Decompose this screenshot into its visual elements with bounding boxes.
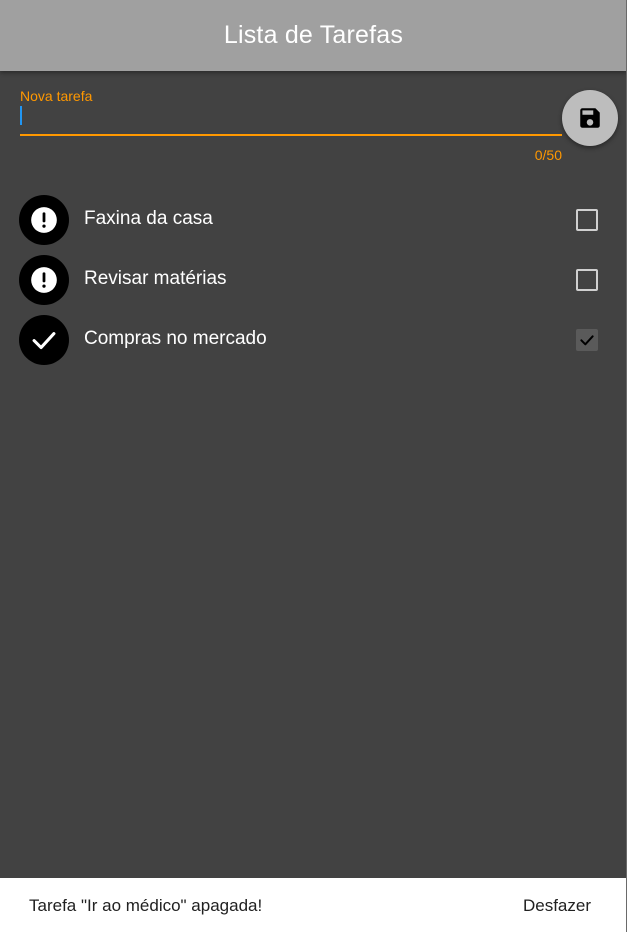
task-label: Compras no mercado	[84, 328, 267, 349]
page-title: Lista de Tarefas	[223, 21, 404, 49]
app-bar: Lista de Tarefas	[0, 0, 627, 71]
snackbar-message: Tarefa "Ir ao médico" apagada!	[29, 896, 263, 915]
list-item[interactable]: Faxina da casa	[0, 190, 627, 250]
save-icon	[580, 108, 600, 128]
task-label: Revisar matérias	[84, 268, 227, 289]
exclamation-icon	[31, 267, 57, 293]
task-checkbox-checked[interactable]	[576, 329, 598, 351]
list-item[interactable]: Revisar matérias	[0, 250, 627, 310]
exclamation-icon	[31, 207, 57, 233]
task-label: Faxina da casa	[84, 208, 213, 229]
snackbar: Tarefa "Ir ao médico" apagada! Desfazer	[0, 878, 627, 932]
input-underline	[20, 134, 562, 136]
task-list: Faxina da casa Revisar matérias Compras …	[0, 190, 627, 370]
task-checkbox[interactable]	[576, 209, 598, 231]
text-cursor	[20, 106, 22, 125]
task-status-avatar	[19, 255, 69, 305]
checkmark-icon	[580, 335, 594, 346]
undo-button[interactable]: Desfazer	[523, 896, 591, 916]
save-button[interactable]	[562, 90, 618, 146]
task-status-avatar	[19, 195, 69, 245]
new-task-input[interactable]	[20, 106, 562, 134]
task-checkbox[interactable]	[576, 269, 598, 291]
task-status-avatar	[19, 315, 69, 365]
list-item[interactable]: Compras no mercado	[0, 310, 627, 370]
character-counter: 0/50	[534, 147, 562, 163]
new-task-label: Nova tarefa	[20, 88, 93, 104]
new-task-form: Nova tarefa 0/50	[20, 86, 562, 166]
app-root: Lista de Tarefas Nova tarefa 0/50 Faxina…	[0, 0, 627, 932]
check-icon	[32, 332, 56, 350]
